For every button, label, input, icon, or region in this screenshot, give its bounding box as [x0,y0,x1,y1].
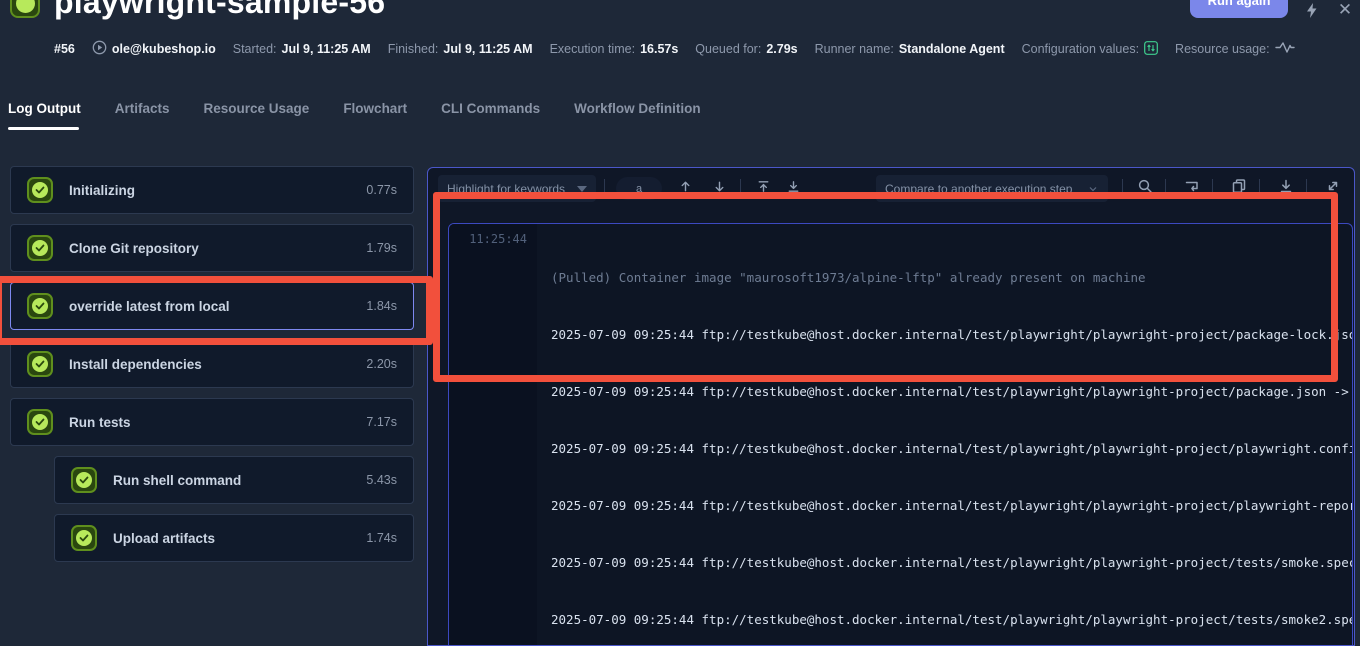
step-label: Install dependencies [69,357,202,372]
execution-time-value: 16.57s [640,42,678,56]
step-label: override latest from local [69,299,230,314]
toolbar-divider [740,179,741,196]
scroll-to-bottom-icon[interactable] [784,177,802,195]
compare-execution-select[interactable]: Compare to another execution step [876,175,1108,202]
log-timestamp-gutter: 11:25:44 [449,224,537,646]
log-line: 2025-07-09 09:25:44 ftp://testkube@host.… [551,382,1352,401]
toolbar-divider [1306,179,1307,196]
queued-for-label: Queued for: [695,42,761,56]
log-output-panel: Highlight for keywords a Compare to anot… [427,167,1355,646]
queued-for-value: 2.79s [766,42,797,56]
page-title: playwright-sample-56 [54,0,385,21]
step-label: Initializing [69,183,135,198]
step-label: Run shell command [113,473,241,488]
step-upload-artifacts[interactable]: Upload artifacts 1.74s [54,514,414,562]
highlight-keywords-select[interactable]: Highlight for keywords [438,175,596,202]
step-duration: 2.20s [366,357,397,371]
tab-log-output[interactable]: Log Output [8,101,81,126]
check-icon [27,177,53,203]
tab-workflow-definition[interactable]: Workflow Definition [574,101,701,126]
check-icon [27,409,53,435]
resource-usage-label: Resource usage: [1175,42,1270,56]
toolbar-divider [1165,179,1166,196]
step-run-tests[interactable]: Run tests 7.17s [10,398,414,446]
finished-label: Finished: [388,42,439,56]
play-circle-icon [92,40,107,58]
log-line: 2025-07-09 09:25:44 ftp://testkube@host.… [551,496,1352,515]
step-duration: 0.77s [366,183,397,197]
started-label: Started: [233,42,277,56]
check-icon [27,235,53,261]
wrap-text-icon[interactable] [1183,177,1201,195]
expand-icon[interactable] [1324,177,1342,195]
step-clone-git-repository[interactable]: Clone Git repository 1.79s [10,224,414,272]
find-next-icon[interactable] [710,177,728,195]
sliders-icon[interactable] [1144,41,1158,58]
execution-meta-row: #56 ole@kubeshop.io Started: Jul 9, 11:25… [54,40,1295,58]
step-install-dependencies[interactable]: Install dependencies 2.20s [10,340,414,388]
execution-number: #56 [54,42,75,56]
step-label: Clone Git repository [69,241,199,256]
log-lines: (Pulled) Container image "maurosoft1973/… [537,224,1352,646]
highlight-keywords-placeholder: Highlight for keywords [447,182,565,196]
scroll-to-top-icon[interactable] [754,177,772,195]
workflow-status-icon [10,0,40,18]
runner-name-value: Standalone Agent [899,42,1005,56]
step-initializing[interactable]: Initializing 0.77s [10,166,414,214]
step-duration: 5.43s [366,473,397,487]
finished-value: Jul 9, 11:25 AM [443,42,532,56]
log-timestamp: 11:25:44 [449,230,527,249]
tab-cli-commands[interactable]: CLI Commands [441,101,540,126]
check-icon [27,293,53,319]
execution-time-label: Execution time: [550,42,635,56]
step-duration: 1.84s [366,299,397,313]
check-icon [71,467,97,493]
step-duration: 1.79s [366,241,397,255]
step-override-latest-from-local[interactable]: override latest from local 1.84s [10,282,414,330]
tab-artifacts[interactable]: Artifacts [115,101,170,126]
started-value: Jul 9, 11:25 AM [282,42,371,56]
active-tab-underline [8,127,79,130]
toolbar-divider [1212,179,1213,196]
tab-flowchart[interactable]: Flowchart [343,101,407,126]
execution-tabs: Log Output Artifacts Resource Usage Flow… [8,101,701,126]
step-duration: 7.17s [366,415,397,429]
compare-execution-placeholder: Compare to another execution step [885,182,1072,196]
download-icon[interactable] [1277,177,1295,195]
step-label: Run tests [69,415,131,430]
run-again-button[interactable]: Run again [1190,0,1288,18]
log-line: 2025-07-09 09:25:44 ftp://testkube@host.… [551,439,1352,458]
log-line: 2025-07-09 09:25:44 ftp://testkube@host.… [551,325,1352,344]
close-icon[interactable]: ✕ [1334,0,1356,20]
waveform-icon[interactable] [1275,41,1295,57]
tab-resource-usage[interactable]: Resource Usage [204,101,310,126]
match-count-badge: a [616,177,662,200]
triggered-by: ole@kubeshop.io [112,42,216,56]
copy-icon[interactable] [1230,177,1248,195]
log-line: (Pulled) Container image "maurosoft1973/… [551,268,1352,287]
configuration-values-label: Configuration values: [1022,42,1139,56]
step-run-shell-command[interactable]: Run shell command 5.43s [54,456,414,504]
check-icon [71,525,97,551]
chevron-down-icon [577,186,587,192]
search-icon[interactable] [1136,177,1154,195]
bolt-icon[interactable] [1300,0,1322,20]
log-content-box[interactable]: 11:25:44 (Pulled) Container image "mauro… [448,223,1353,646]
find-previous-icon[interactable] [676,177,694,195]
log-line: 2025-07-09 09:25:44 ftp://testkube@host.… [551,610,1352,629]
toolbar-divider [604,179,605,196]
step-duration: 1.74s [366,531,397,545]
toolbar-divider [1259,179,1260,196]
runner-name-label: Runner name: [815,42,894,56]
check-icon [27,351,53,377]
log-line: 2025-07-09 09:25:44 ftp://testkube@host.… [551,553,1352,572]
toolbar-divider [1122,179,1123,196]
step-label: Upload artifacts [113,531,215,546]
